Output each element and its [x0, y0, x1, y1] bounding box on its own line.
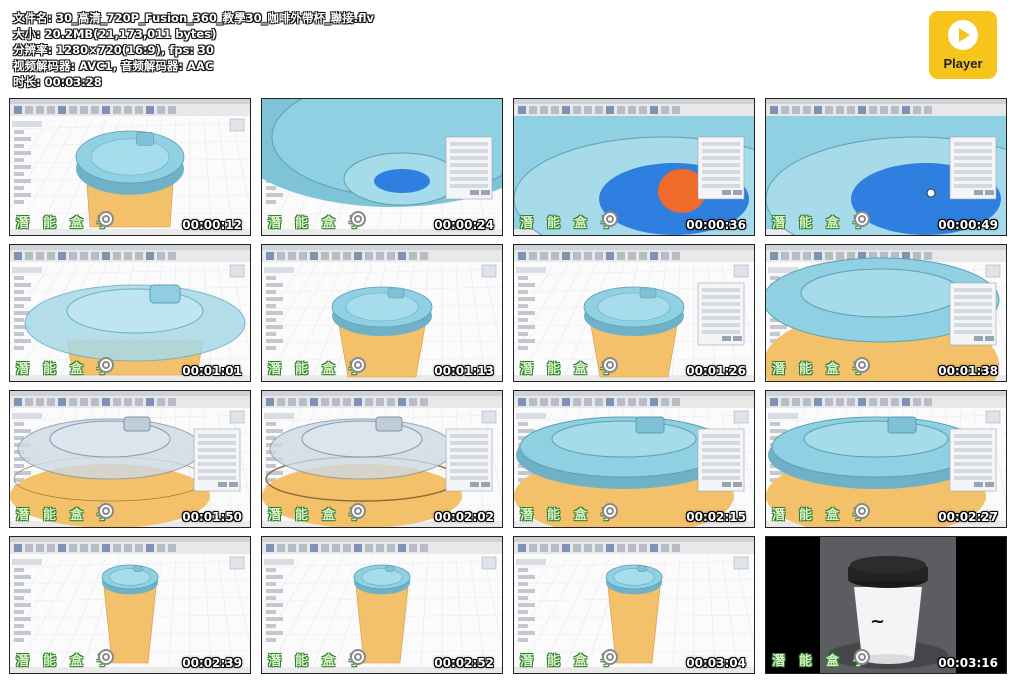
- timestamp: 00:02:15: [686, 510, 746, 524]
- file-info: 文件名: 30_高清_720P_Fusion_360_教學30_咖啡外帶杯_聯接…: [13, 10, 374, 90]
- video-thumbnail[interactable]: 潛能盒子 00:01:38: [765, 244, 1007, 382]
- timestamp: 00:01:38: [938, 364, 998, 378]
- video-thumbnail[interactable]: 潛能盒子 00:02:27: [765, 390, 1007, 528]
- player-label: Player: [943, 56, 983, 71]
- file-size-line: 大小: 20.2MB(21,173,011 bytes): [13, 27, 217, 41]
- resolution-line: 分辨率: 1280×720(16:9), fps: 30: [13, 43, 214, 57]
- target-icon: [854, 503, 870, 519]
- target-icon: [602, 649, 618, 665]
- codec-line: 视频解码器: AVC1, 音频解码器: AAC: [13, 59, 214, 73]
- timestamp: 00:02:27: [938, 510, 998, 524]
- target-icon: [602, 211, 618, 227]
- file-name-line: 文件名: 30_高清_720P_Fusion_360_教學30_咖啡外帶杯_聯接…: [13, 11, 375, 25]
- timestamp: 00:01:01: [182, 364, 242, 378]
- target-icon: [854, 211, 870, 227]
- timestamp: 00:01:26: [686, 364, 746, 378]
- target-icon: [854, 649, 870, 665]
- timestamp: 00:03:04: [686, 656, 746, 670]
- video-thumbnail[interactable]: 潛能盒子 00:01:50: [9, 390, 251, 528]
- svg-text:~: ~: [870, 611, 885, 632]
- timestamp: 00:01:50: [182, 510, 242, 524]
- video-thumbnail[interactable]: ~ 潛能盒子 00:03:16: [765, 536, 1007, 674]
- timestamp: 00:00:49: [938, 218, 998, 232]
- duration-line: 时长: 00:03:28: [13, 75, 102, 89]
- player-logo[interactable]: Player: [929, 11, 997, 79]
- video-thumbnail[interactable]: 潛能盒子 00:02:02: [261, 390, 503, 528]
- timestamp: 00:00:12: [182, 218, 242, 232]
- video-thumbnail[interactable]: 潛能盒子 00:00:24: [261, 98, 503, 236]
- timestamp: 00:02:52: [434, 656, 494, 670]
- timestamp: 00:00:24: [434, 218, 494, 232]
- video-thumbnail[interactable]: 潛能盒子 00:00:12: [9, 98, 251, 236]
- target-icon: [98, 503, 114, 519]
- video-thumbnail[interactable]: 潛能盒子 00:00:36: [513, 98, 755, 236]
- target-icon: [350, 649, 366, 665]
- target-icon: [98, 357, 114, 373]
- timestamp: 00:01:13: [434, 364, 494, 378]
- video-thumbnail[interactable]: 潛能盒子 00:01:26: [513, 244, 755, 382]
- target-icon: [602, 357, 618, 373]
- video-thumbnail[interactable]: 潛能盒子 00:01:01: [9, 244, 251, 382]
- target-icon: [98, 649, 114, 665]
- target-icon: [602, 503, 618, 519]
- video-thumbnail[interactable]: 潛能盒子 00:02:15: [513, 390, 755, 528]
- timestamp: 00:02:02: [434, 510, 494, 524]
- target-icon: [854, 357, 870, 373]
- target-icon: [350, 357, 366, 373]
- target-icon: [98, 211, 114, 227]
- timestamp: 00:00:36: [686, 218, 746, 232]
- video-thumbnail[interactable]: 潛能盒子 00:00:49: [765, 98, 1007, 236]
- video-thumbnail[interactable]: 潛能盒子 00:02:52: [261, 536, 503, 674]
- target-icon: [350, 211, 366, 227]
- video-thumbnail[interactable]: 潛能盒子 00:03:04: [513, 536, 755, 674]
- target-icon: [350, 503, 366, 519]
- timestamp: 00:03:16: [938, 656, 998, 670]
- timestamp: 00:02:39: [182, 656, 242, 670]
- play-icon: [948, 20, 978, 50]
- video-thumbnail[interactable]: 潛能盒子 00:02:39: [9, 536, 251, 674]
- video-thumbnail[interactable]: 潛能盒子 00:01:13: [261, 244, 503, 382]
